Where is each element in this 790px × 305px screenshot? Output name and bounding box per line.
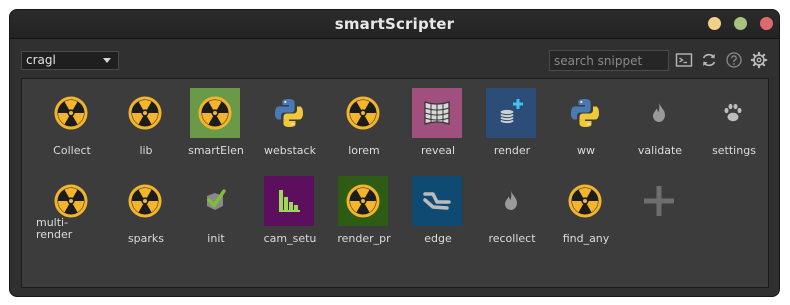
terminal-icon[interactable] (675, 51, 693, 69)
flame-icon (486, 176, 536, 226)
snippet-label: webstack (264, 144, 316, 157)
snippet-tile[interactable]: sparks (110, 167, 182, 245)
minimize-button[interactable] (708, 17, 721, 30)
search-snippet-input[interactable] (549, 50, 669, 71)
snippet-label: recollect (488, 232, 536, 245)
snippet-tile[interactable]: cam_setu (254, 167, 326, 245)
nuke-icon (120, 88, 170, 138)
snippet-label: render (493, 144, 531, 157)
snippet-tile[interactable]: edge (402, 167, 474, 245)
refresh-icon[interactable] (700, 51, 718, 69)
snippet-label: cam_setu (263, 232, 317, 245)
title-bar[interactable]: smartScripter (10, 10, 779, 39)
smartscripter-window: smartScripter cragl search snippet Colle… (9, 9, 780, 297)
repository-select[interactable]: cragl (21, 51, 119, 70)
python-icon (560, 88, 610, 138)
snippet-tile[interactable]: reveal (402, 79, 474, 157)
snippet-label: settings (712, 144, 756, 157)
snippet-tile[interactable]: init (180, 167, 252, 245)
snippet-label: edge (424, 232, 452, 245)
nuke-icon (338, 176, 388, 226)
snippet-label: find_any (562, 232, 610, 245)
bar-chart-icon (264, 176, 314, 226)
snippet-label: smartElen (188, 144, 244, 157)
help-icon[interactable] (725, 51, 743, 69)
nuke-icon (120, 176, 170, 226)
snippet-tile[interactable]: ww (550, 79, 622, 157)
snippet-label: render_pr (337, 232, 391, 245)
nuke-icon (560, 176, 610, 226)
snippet-label: sparks (127, 232, 165, 245)
nuke-icon (46, 88, 96, 138)
snippet-label: reveal (420, 144, 456, 157)
snippet-tile[interactable]: lorem (328, 79, 400, 157)
snippet-tile[interactable]: render (476, 79, 548, 157)
snippet-tile[interactable]: lib (110, 79, 182, 157)
plus-icon (634, 176, 684, 226)
snippet-tile[interactable]: smartElen (180, 79, 252, 157)
snippet-tile[interactable]: settings (698, 79, 770, 157)
chevron-down-icon (103, 58, 111, 63)
snippet-tile[interactable]: Collect (36, 79, 108, 157)
edge-icon (412, 176, 462, 226)
snippet-label: validate (637, 144, 683, 157)
snippet-label: lib (139, 144, 153, 157)
snippet-tile[interactable]: render_pr (328, 167, 400, 245)
coins-plus-icon (486, 88, 536, 138)
toolbar: cragl (10, 38, 779, 80)
flame-icon (634, 88, 684, 138)
repository-select-value: cragl (26, 53, 56, 67)
snippet-label: ww (577, 144, 595, 157)
maximize-button[interactable] (734, 17, 747, 30)
snippet-tile[interactable]: multi-render (36, 167, 108, 245)
snippet-grid: Collect lib smartElen webstack lorem rev… (21, 78, 769, 288)
check-shield-icon (190, 176, 240, 226)
snippet-tile[interactable]: validate (624, 79, 696, 157)
snippet-label: Collect (53, 144, 91, 157)
python-icon (264, 88, 314, 138)
add-snippet-button[interactable] (624, 167, 696, 245)
snippet-label: multi-render (36, 217, 108, 241)
nuke-icon (190, 88, 240, 138)
window-title: smartScripter (334, 15, 455, 33)
grid-mesh-icon (412, 88, 462, 138)
snippet-label: lorem (348, 144, 380, 157)
nuke-icon (338, 88, 388, 138)
snippet-tile[interactable]: webstack (254, 79, 326, 157)
close-button[interactable] (760, 17, 773, 30)
gear-icon[interactable] (750, 51, 768, 69)
snippet-tile[interactable]: recollect (476, 167, 548, 245)
snippet-label-line: render (36, 228, 73, 241)
paw-icon (708, 88, 758, 138)
snippet-label: init (207, 232, 225, 245)
snippet-tile[interactable]: find_any (550, 167, 622, 245)
